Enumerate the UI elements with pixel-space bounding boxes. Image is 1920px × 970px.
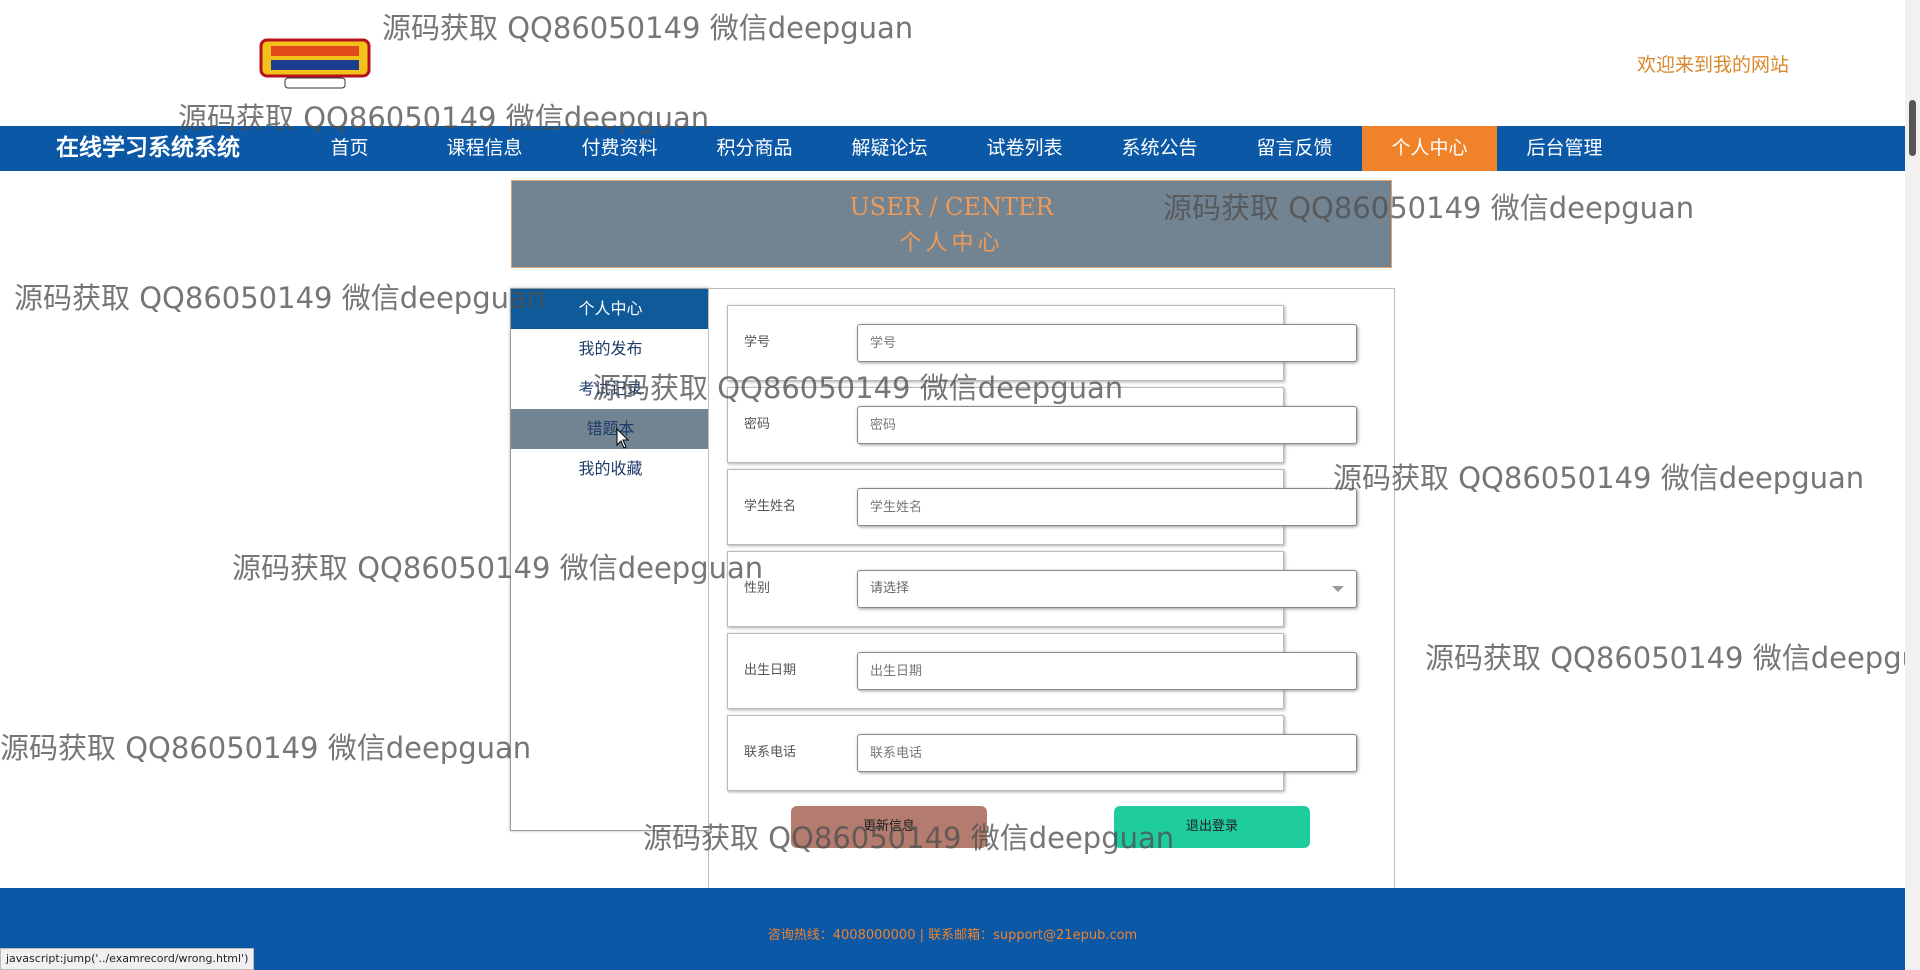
form-label-birth-date: 出生日期 bbox=[744, 663, 797, 678]
form-row-phone: 联系电话 bbox=[727, 715, 1357, 791]
browser-status-bar: javascript:jump('../examrecord/wrong.htm… bbox=[0, 948, 255, 970]
form-label-student-name: 学生姓名 bbox=[744, 499, 797, 514]
banner-title-cn: 个人中心 bbox=[899, 231, 1004, 256]
watermark: 源码获取 QQ86050149 微信deepguan bbox=[0, 731, 532, 765]
nav-item-user-center[interactable]: 个人中心 bbox=[1362, 126, 1497, 171]
student-id-input[interactable] bbox=[857, 324, 1357, 362]
nav-item-paid-materials[interactable]: 付费资料 bbox=[552, 126, 687, 171]
mouse-cursor-icon bbox=[616, 428, 630, 449]
nav-item-home[interactable]: 首页 bbox=[282, 126, 417, 171]
nav-item-courses[interactable]: 课程信息 bbox=[417, 126, 552, 171]
watermark: 源码获取 QQ86050149 微信deepguan bbox=[1333, 461, 1865, 495]
form-label-password: 密码 bbox=[744, 417, 771, 432]
phone-input[interactable] bbox=[857, 734, 1357, 772]
sidebar-item-favorites[interactable]: 我的收藏 bbox=[511, 449, 710, 489]
sidebar-item-exam-records[interactable]: 考试记录 bbox=[511, 369, 710, 409]
sidebar-item-user-center[interactable]: 个人中心 bbox=[511, 289, 710, 329]
profile-form-panel: 学号 密码 学生姓名 性别 请选择 出生日期 联系电话 bbox=[708, 288, 1395, 890]
banner-title-en: USER / CENTER bbox=[849, 193, 1054, 221]
form-row-student-name: 学生姓名 bbox=[727, 469, 1357, 545]
main-navbar: 在线学习系统系统 首页 课程信息 付费资料 积分商品 解疑论坛 试卷列表 系统公… bbox=[0, 126, 1905, 171]
nav-item-feedback[interactable]: 留言反馈 bbox=[1227, 126, 1362, 171]
welcome-text: 欢迎来到我的网站 bbox=[1636, 54, 1789, 76]
nav-item-exam-list[interactable]: 试卷列表 bbox=[957, 126, 1092, 171]
birth-date-input[interactable] bbox=[857, 652, 1357, 690]
top-header: 欢迎来到我的网站 bbox=[0, 0, 1905, 126]
footer-contact-text: 咨询热线：4008000000 | 联系邮箱：support@21epub.co… bbox=[767, 928, 1138, 943]
logout-button[interactable]: 退出登录 bbox=[1114, 806, 1310, 848]
form-row-password: 密码 bbox=[727, 387, 1357, 463]
form-label-phone: 联系电话 bbox=[744, 745, 797, 760]
watermark: 源码获取 QQ86050149 微信deepguan bbox=[14, 281, 546, 315]
gender-select-value: 请选择 bbox=[870, 581, 910, 596]
gender-select[interactable]: 请选择 bbox=[857, 570, 1357, 608]
form-row-gender: 性别 请选择 bbox=[727, 551, 1357, 627]
sidebar-item-wrong-questions[interactable]: 错题本 bbox=[511, 409, 710, 449]
sidebar-item-my-posts[interactable]: 我的发布 bbox=[511, 329, 710, 369]
nav-menu: 首页 课程信息 付费资料 积分商品 解疑论坛 试卷列表 系统公告 留言反馈 个人… bbox=[282, 126, 1632, 171]
scrollbar-thumb[interactable] bbox=[1909, 100, 1916, 156]
page-scrollbar[interactable] bbox=[1905, 0, 1920, 970]
watermark: 源码获取 QQ86050149 微信deepguan bbox=[1425, 641, 1905, 675]
form-row-birth-date: 出生日期 bbox=[727, 633, 1357, 709]
nav-item-forum[interactable]: 解疑论坛 bbox=[822, 126, 957, 171]
nav-item-admin[interactable]: 后台管理 bbox=[1497, 126, 1632, 171]
password-input[interactable] bbox=[857, 406, 1357, 444]
chevron-down-icon bbox=[1332, 586, 1344, 592]
page-footer: 咨询热线：4008000000 | 联系邮箱：support@21epub.co… bbox=[0, 888, 1905, 970]
site-logo[interactable] bbox=[255, 34, 375, 94]
nav-item-announcements[interactable]: 系统公告 bbox=[1092, 126, 1227, 171]
student-name-input[interactable] bbox=[857, 488, 1357, 526]
form-label-gender: 性别 bbox=[744, 581, 771, 596]
form-row-student-id: 学号 bbox=[727, 305, 1357, 381]
update-info-button[interactable]: 更新信息 bbox=[791, 806, 987, 848]
nav-item-points-shop[interactable]: 积分商品 bbox=[687, 126, 822, 171]
form-label-student-id: 学号 bbox=[744, 335, 771, 350]
user-sidebar: 个人中心 我的发布 考试记录 错题本 我的收藏 bbox=[510, 288, 710, 831]
site-brand[interactable]: 在线学习系统系统 bbox=[56, 126, 240, 171]
page-banner: USER / CENTER 个人中心 bbox=[511, 180, 1392, 268]
